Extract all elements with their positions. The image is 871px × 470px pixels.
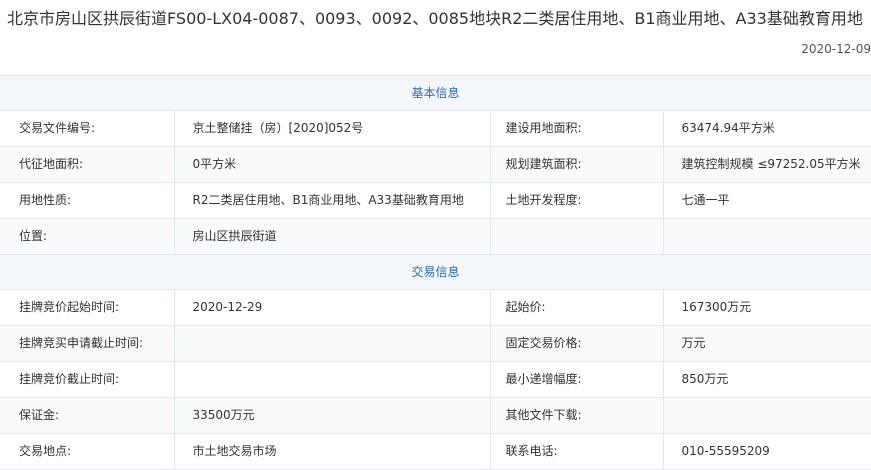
publish-date: 2020-12-09 [801,42,871,56]
section-basic-header: 基本信息 [0,75,871,111]
field-value: 167300万元 [662,289,871,326]
field-label: 挂牌竞价截止时间: [0,361,174,398]
table-row: 挂牌竞买申请截止时间: 固定交易价格: 万元 [0,325,871,362]
field-label: 其他文件下载: [489,397,663,434]
page-title: 北京市房山区拱辰街道FS00-LX04-0087、0093、0092、0085地… [7,9,863,28]
table-row: 保证金: 33500万元 其他文件下载: [0,397,871,434]
field-label: 起始价: [489,289,663,326]
field-value: 63474.94平方米 [662,110,871,147]
table-row: 代征地面积: 0平方米 规划建筑面积: 建筑控制规模 ≤97252.05平方米 [0,146,871,183]
field-label: 挂牌竞价起始时间: [0,289,174,326]
table-row: 挂牌竞价起始时间: 2020-12-29 起始价: 167300万元 [0,289,871,326]
field-value[interactable] [662,397,871,434]
section-trade-header: 交易信息 [0,254,871,290]
field-value [662,218,871,255]
field-value: 京土整储挂（房）[2020]052号 [173,110,490,147]
field-label [489,218,663,255]
field-label: 保证金: [0,397,174,434]
table-row: 交易地点: 市土地交易市场 联系电话: 010-55595209 [0,433,871,470]
field-value: 建筑控制规模 ≤97252.05平方米 [662,146,871,183]
field-label: 代征地面积: [0,146,174,183]
info-table: 基本信息 交易文件编号: 京土整储挂（房）[2020]052号 建设用地面积: … [0,75,871,470]
section-trade-header-row: 交易信息 [0,254,871,290]
table-row: 挂牌竞价截止时间: 最小递增幅度: 850万元 [0,361,871,398]
field-value: 市土地交易市场 [173,433,490,470]
field-value: 850万元 [662,361,871,398]
field-label: 挂牌竞买申请截止时间: [0,325,174,362]
field-value: 33500万元 [173,397,490,434]
field-label: 规划建筑面积: [489,146,663,183]
table-row: 交易文件编号: 京土整储挂（房）[2020]052号 建设用地面积: 63474… [0,110,871,147]
table-row: 位置: 房山区拱辰街道 [0,218,871,255]
field-label: 土地开发程度: [489,182,663,219]
field-value: R2二类居住用地、B1商业用地、A33基础教育用地 [173,182,490,219]
field-value: 七通一平 [662,182,871,219]
field-label: 固定交易价格: [489,325,663,362]
field-value: 万元 [662,325,871,362]
field-label: 交易文件编号: [0,110,174,147]
field-value: 010-55595209 [662,433,871,470]
section-basic-header-row: 基本信息 [0,75,871,111]
field-value: 房山区拱辰街道 [173,218,490,255]
field-label: 建设用地面积: [489,110,663,147]
field-value [173,325,490,362]
field-label: 联系电话: [489,433,663,470]
field-value: 2020-12-29 [173,289,490,326]
field-value: 0平方米 [173,146,490,183]
table-row: 用地性质: R2二类居住用地、B1商业用地、A33基础教育用地 土地开发程度: … [0,182,871,219]
field-label: 最小递增幅度: [489,361,663,398]
field-label: 用地性质: [0,182,174,219]
field-label: 位置: [0,218,174,255]
field-label: 交易地点: [0,433,174,470]
field-value [173,361,490,398]
